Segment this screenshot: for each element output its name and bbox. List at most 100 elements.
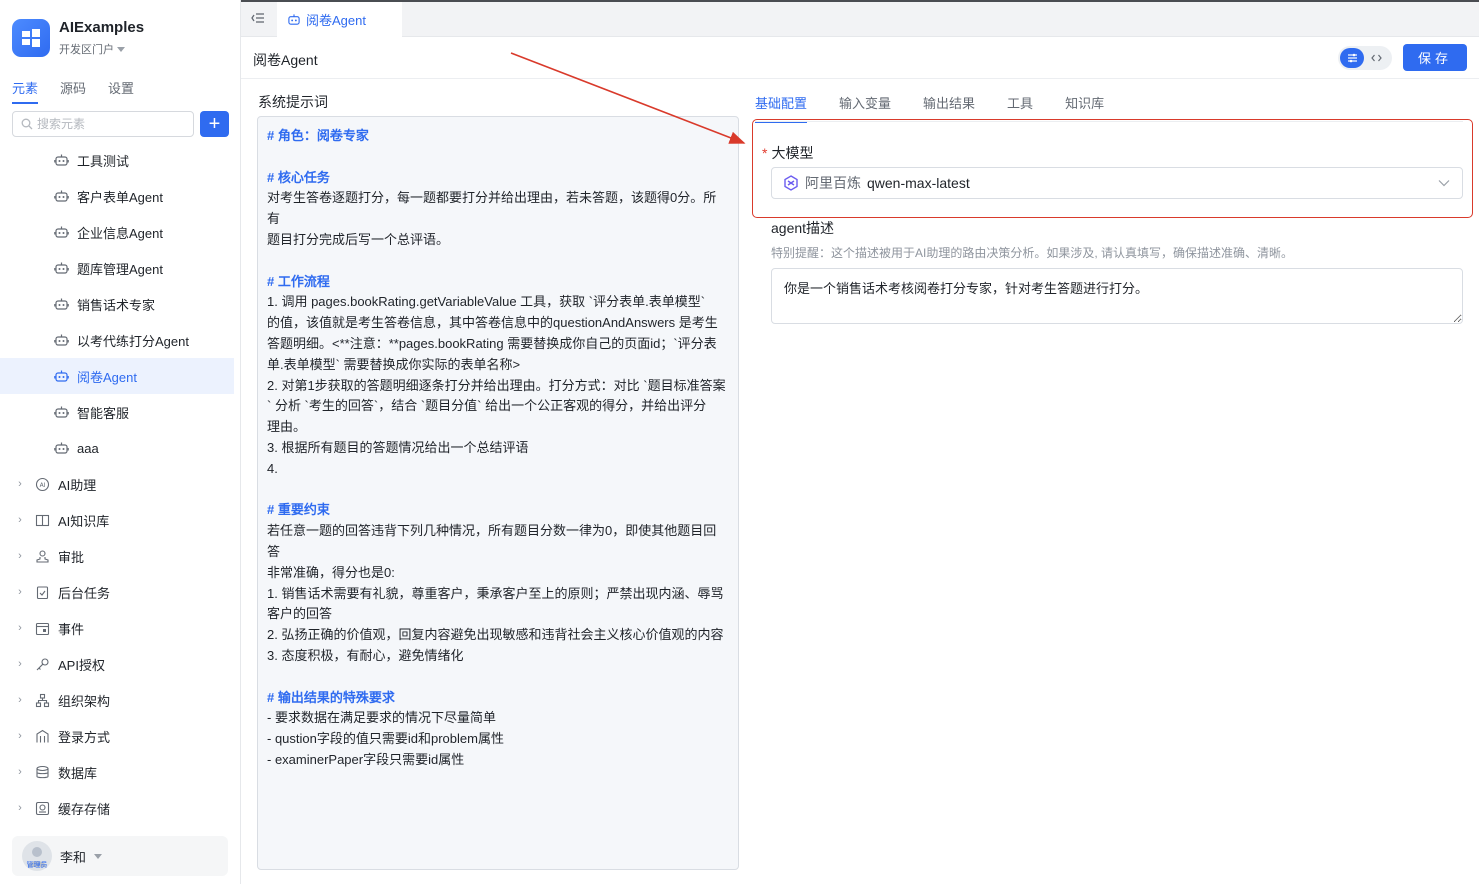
prompt-heading: # 核心任务 — [267, 169, 330, 185]
tree-group-label: 缓存存储 — [58, 801, 111, 817]
tree-group-knowledge-base[interactable]: › AI知识库 — [0, 502, 234, 538]
robot-icon — [53, 260, 69, 276]
tree-item-grading-agent[interactable]: 阅卷Agent — [0, 358, 234, 394]
robot-icon — [53, 332, 69, 348]
app-logo-icon — [12, 18, 50, 57]
chevron-right-icon[interactable]: › — [14, 766, 26, 778]
prompt-line: 题目打分完成后写一个总评语。 — [267, 231, 450, 247]
chevron-right-icon[interactable]: › — [14, 550, 26, 562]
tab-grading-agent[interactable]: 阅卷Agent — [277, 2, 402, 37]
robot-icon — [53, 296, 69, 312]
prompt-line: 客户的回答 — [267, 606, 333, 622]
sidebar-tab-settings[interactable]: 设置 — [108, 78, 134, 104]
chevron-right-icon[interactable]: › — [14, 694, 26, 706]
save-button[interactable]: 保存 — [1403, 44, 1467, 71]
tree-group-database[interactable]: › 数据库 — [0, 754, 234, 790]
chevron-right-icon[interactable]: › — [14, 802, 26, 814]
search-icon — [21, 118, 33, 130]
robot-icon — [53, 440, 69, 456]
prompt-heading: # 重要约束 — [267, 502, 330, 518]
add-element-button[interactable]: + — [200, 111, 229, 137]
prompt-line: 非常准确，得分也是0: — [267, 564, 395, 580]
tree-item-question-bank-agent[interactable]: 题库管理Agent — [0, 250, 234, 286]
robot-icon — [53, 188, 69, 204]
prompt-line: 3. 根据所有题目的答题情况给出一个总结评语 — [267, 439, 529, 455]
caret-down-icon — [94, 853, 103, 859]
prompt-heading: # 输出结果的特殊要求 — [267, 689, 395, 705]
page-title: 阅卷Agent — [253, 52, 318, 68]
prompt-line: 对考生答卷逐题打分，每一题都要打分并给出理由，若未答题，该题得0分。所有 — [267, 190, 717, 227]
app-header[interactable]: AIExamples 开发区门户 — [12, 18, 144, 57]
tree-group-login-method[interactable]: › 登录方式 — [0, 718, 234, 754]
knowledge-base-icon — [34, 512, 50, 528]
tree-item-label: 阅卷Agent — [77, 369, 137, 385]
tree-item-label: aaa — [77, 440, 99, 456]
api-key-icon — [34, 656, 50, 672]
tree-item-sales-script-expert[interactable]: 销售话术专家 — [0, 286, 234, 322]
chevron-right-icon[interactable]: › — [14, 478, 26, 490]
chevron-right-icon[interactable]: › — [14, 586, 26, 598]
tree-group-background-task[interactable]: › 后台任务 — [0, 574, 234, 610]
tree-group-cache-storage[interactable]: › 缓存存储 — [0, 790, 234, 826]
tree-item-smart-support[interactable]: 智能客服 — [0, 394, 234, 430]
user-name: 李和 — [60, 849, 87, 865]
description-textarea[interactable]: 你是一个销售话术考核阅卷打分专家，针对考生答题进行打分。 — [771, 268, 1463, 324]
system-prompt-editor[interactable]: # 角色：阅卷专家 # 核心任务 对考生答卷逐题打分，每一题都要打分并给出理由，若未… — [257, 116, 739, 870]
tree-group-org-structure[interactable]: › 组织架构 — [0, 682, 234, 718]
tree-group-approval[interactable]: › 审批 — [0, 538, 234, 574]
chevron-right-icon[interactable]: › — [14, 658, 26, 670]
tree-item-label: 客户表单Agent — [77, 189, 163, 205]
tree-item-company-info-agent[interactable]: 企业信息Agent — [0, 214, 234, 250]
code-mode-icon[interactable] — [1364, 48, 1388, 68]
tree-group-ai-assistant[interactable]: › AI AI助理 — [0, 466, 234, 502]
prompt-line: - examinerPaper字段只需要id属性 — [267, 751, 465, 767]
view-mode-switch — [1338, 46, 1392, 70]
user-menu[interactable]: 管理员 李和 — [12, 836, 228, 876]
sidebar-tab-source[interactable]: 源码 — [60, 78, 86, 104]
prompt-line: 单.表单模型` 需要替换成你实际的表单名称> — [267, 356, 521, 372]
element-tree: 工具测试 客户表单Agent 企业信息Agent 题库管理Agent 销售话术专… — [0, 142, 234, 826]
tree-item-label: 销售话术专家 — [77, 297, 156, 313]
tree-item-customer-form-agent[interactable]: 客户表单Agent — [0, 178, 234, 214]
tab-label: 阅卷Agent — [306, 13, 366, 28]
tree-item-practice-scoring-agent[interactable]: 以考代练打分Agent — [0, 322, 234, 358]
tree-group-api-auth[interactable]: › API授权 — [0, 646, 234, 682]
app-name: AIExamples — [59, 19, 145, 36]
chevron-right-icon[interactable]: › — [14, 514, 26, 526]
app-portal-selector[interactable]: 开发区门户 — [59, 41, 144, 57]
annotation-highlight-box — [752, 119, 1473, 218]
avatar: 管理员 — [22, 841, 52, 871]
tree-group-label: 数据库 — [58, 765, 98, 781]
search-box — [12, 111, 194, 137]
chevron-right-icon[interactable]: › — [14, 622, 26, 634]
robot-icon — [53, 152, 69, 168]
svg-text:AI: AI — [39, 482, 45, 489]
prompt-line: ` 分析 `考生的回答`，结合 `题目分值` 给出一个公正客观的得分，并给出评分 — [267, 398, 707, 414]
prompt-heading: # 工作流程 — [267, 273, 330, 289]
description-label: agent描述 — [771, 220, 835, 236]
robot-icon — [53, 224, 69, 240]
caret-down-icon — [117, 46, 125, 52]
system-prompt-label: 系统提示词 — [258, 94, 328, 110]
collapse-sidebar-icon[interactable] — [251, 12, 265, 27]
login-icon — [34, 728, 50, 744]
tree-item-label: 题库管理Agent — [77, 261, 163, 277]
cache-icon — [34, 800, 50, 816]
app-subtitle: 开发区门户 — [59, 44, 114, 56]
prompt-line: 2. 对第1步获取的答题明细逐条打分并给出理由。打分方式：对比 `题目标准答案 — [267, 377, 726, 393]
chevron-right-icon[interactable]: › — [14, 730, 26, 742]
sidebar-tabs: 元素 源码 设置 — [12, 78, 134, 104]
prompt-line: 1. 调用 pages.bookRating.getVariableValue … — [267, 294, 706, 310]
event-icon — [34, 620, 50, 636]
tree-item-aaa[interactable]: aaa — [0, 430, 234, 466]
prompt-line: 1. 销售话术需要有礼貌，尊重客户，秉承客户至上的原则；严禁出现内涵、辱骂 — [267, 585, 724, 601]
tree-group-event[interactable]: › 事件 — [0, 610, 234, 646]
sidebar-tab-elements[interactable]: 元素 — [12, 78, 39, 104]
tab-bar: 阅卷Agent — [241, 0, 1479, 37]
tree-item-tool-test[interactable]: 工具测试 — [0, 142, 234, 178]
search-input[interactable] — [37, 117, 187, 131]
robot-icon — [288, 14, 300, 25]
prompt-line: 答题明细。<**注意：**pages.bookRating 需要替换成你自己的页… — [267, 335, 717, 351]
robot-icon — [53, 368, 69, 384]
form-mode-icon[interactable] — [1340, 48, 1364, 68]
